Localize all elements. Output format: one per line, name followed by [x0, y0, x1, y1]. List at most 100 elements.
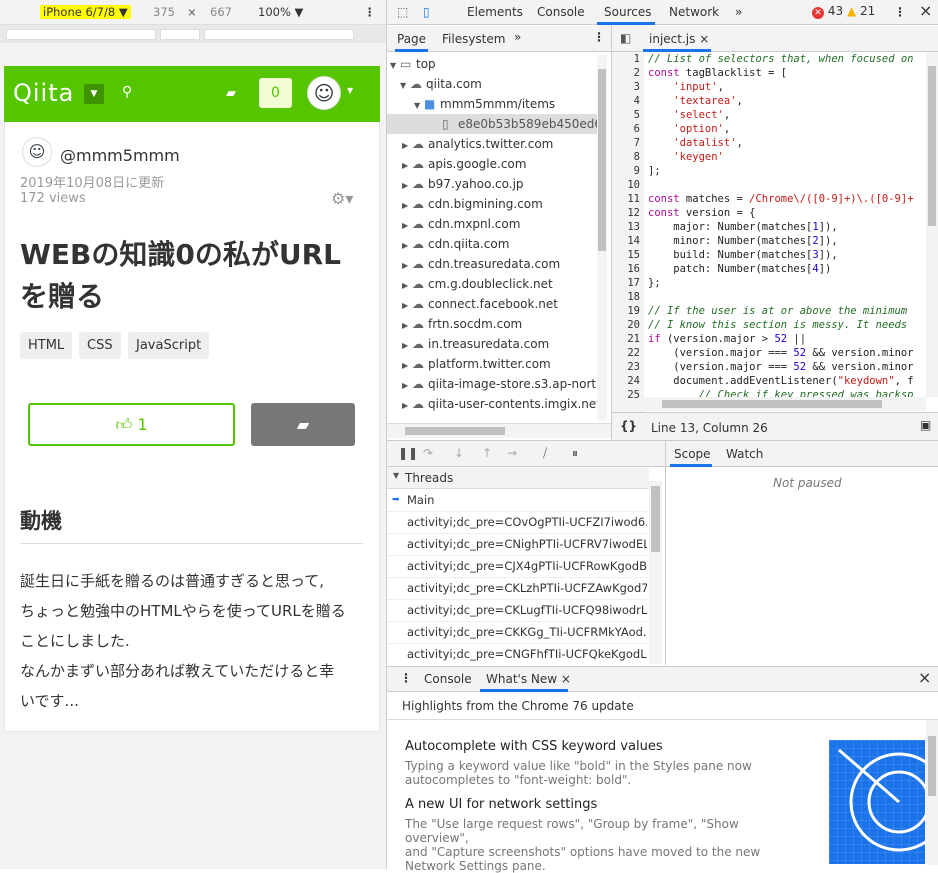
- inspect-icon[interactable]: ⬚: [397, 5, 408, 19]
- code-line[interactable]: // I know this section is messy. It need…: [648, 318, 926, 332]
- thread-item[interactable]: activityi;dc_pre=CKLugfTIi-UCFQ98iwodrL.…: [407, 599, 647, 621]
- tree-item-folder[interactable]: ▼ ■ mmm5mmm/items: [390, 94, 598, 114]
- line-number[interactable]: 19: [612, 304, 640, 318]
- line-number[interactable]: 1: [612, 52, 640, 66]
- device-select[interactable]: iPhone 6/7/8 ▼: [40, 5, 131, 19]
- drawer-tab-console[interactable]: Console: [424, 672, 472, 686]
- tree-item-host[interactable]: ▶ ☁ frtn.socdm.com: [390, 314, 598, 334]
- tree-item-host[interactable]: ▶ ☁ cdn.bigmining.com: [390, 194, 598, 214]
- code-line[interactable]: build: Number(matches[3]),: [648, 248, 926, 262]
- close-icon[interactable]: ×: [918, 668, 931, 687]
- tree-item-host[interactable]: ▶ ☁ connect.facebook.net: [390, 294, 598, 314]
- step-out-icon[interactable]: ↑: [482, 446, 492, 460]
- tree-item-host[interactable]: ▶ ☁ qiita-user-contents.imgix.net: [390, 394, 598, 414]
- qiita-logo[interactable]: Qiita: [13, 79, 74, 107]
- tree-item-file[interactable]: ▯ e8e0b53b589eb450ed6c: [390, 114, 598, 134]
- toggle-navigator-icon[interactable]: ◧: [620, 31, 631, 45]
- gear-icon[interactable]: ⚙▾: [331, 189, 353, 208]
- tree-item-host[interactable]: ▶ ☁ apis.google.com: [390, 154, 598, 174]
- drawer-scrollbar[interactable]: [926, 720, 938, 865]
- close-icon[interactable]: ×: [919, 1, 932, 20]
- line-number[interactable]: 9: [612, 164, 640, 178]
- editor-scrollbar[interactable]: [926, 52, 938, 397]
- line-number[interactable]: 11: [612, 192, 640, 206]
- line-number[interactable]: 15: [612, 248, 640, 262]
- line-number[interactable]: 13: [612, 220, 640, 234]
- tab-sources[interactable]: Sources: [604, 5, 651, 19]
- thread-item[interactable]: activityi;dc_pre=CNighPTIi-UCFRV7iwodEL.…: [407, 533, 647, 555]
- line-number[interactable]: 23: [612, 360, 640, 374]
- tag-html[interactable]: HTML: [20, 332, 73, 359]
- code-line[interactable]: 'select',: [648, 108, 926, 122]
- tab-watch[interactable]: Watch: [726, 447, 763, 461]
- issue-counts[interactable]: ✕ 43 ▲ 21: [812, 4, 875, 19]
- line-number[interactable]: 17: [612, 276, 640, 290]
- thread-item[interactable]: activityi;dc_pre=CKLzhPTIi-UCFZAwKgod7..…: [407, 577, 647, 599]
- editor-hscrollbar[interactable]: [644, 397, 926, 411]
- code-line[interactable]: const matches = /Chrome\/([0-9]+)\.([0-9…: [648, 192, 926, 206]
- tree-item-host[interactable]: ▶ ☁ b97.yahoo.co.jp: [390, 174, 598, 194]
- code-line[interactable]: // List of selectors that, when focused …: [648, 52, 926, 66]
- tab-filesystem[interactable]: Filesystem: [442, 32, 505, 46]
- line-number[interactable]: 18: [612, 290, 640, 304]
- code-line[interactable]: 'input',: [648, 80, 926, 94]
- line-number[interactable]: 4: [612, 94, 640, 108]
- editor-tab-inject[interactable]: inject.js ×: [649, 32, 709, 46]
- author-avatar[interactable]: ☺: [22, 137, 52, 167]
- code-line[interactable]: 'option',: [648, 122, 926, 136]
- line-number[interactable]: 6: [612, 122, 640, 136]
- pretty-print-icon[interactable]: {}: [620, 419, 637, 433]
- whats-new-title[interactable]: A new UI for network settings: [405, 797, 597, 812]
- tag-javascript[interactable]: JavaScript: [128, 332, 210, 359]
- viewport-height[interactable]: 667: [210, 5, 232, 19]
- pane-divider[interactable]: [665, 441, 666, 665]
- line-number[interactable]: 8: [612, 150, 640, 164]
- stock-count-badge[interactable]: 0: [259, 78, 292, 108]
- tree-item-host[interactable]: ▶ ☁ in.treasuredata.com: [390, 334, 598, 354]
- more-tabs-icon[interactable]: »: [735, 5, 742, 19]
- step-icon[interactable]: →: [507, 446, 517, 460]
- tag-css[interactable]: CSS: [79, 332, 121, 359]
- step-into-icon[interactable]: ↓: [454, 446, 464, 460]
- tree-item-host[interactable]: ▶ ☁ analytics.twitter.com: [390, 134, 598, 154]
- code-line[interactable]: 'textarea',: [648, 94, 926, 108]
- thread-main[interactable]: Main: [407, 489, 647, 511]
- threads-scrollbar[interactable]: [649, 481, 662, 664]
- author-username[interactable]: @mmm5mmm: [60, 146, 180, 165]
- like-button[interactable]: 👍︎ 1: [28, 403, 235, 446]
- pause-icon[interactable]: ❚❚: [398, 446, 418, 460]
- code-line[interactable]: patch: Number(matches[4]): [648, 262, 926, 276]
- line-number[interactable]: 22: [612, 346, 640, 360]
- chevron-down-icon[interactable]: ▼: [84, 84, 104, 104]
- code-line[interactable]: minor: Number(matches[2]),: [648, 234, 926, 248]
- folder-icon[interactable]: ▰: [226, 86, 236, 101]
- code-line[interactable]: };: [648, 276, 926, 290]
- close-icon[interactable]: ×: [699, 32, 709, 46]
- line-number[interactable]: 12: [612, 206, 640, 220]
- code-line[interactable]: // If the user is at or above the minimu…: [648, 304, 926, 318]
- code-line[interactable]: (version.major === 52 && version.minor: [648, 360, 926, 374]
- code-line[interactable]: 'datalist',: [648, 136, 926, 150]
- navigator-scrollbar[interactable]: [597, 55, 607, 420]
- stock-button[interactable]: ▰: [251, 403, 355, 446]
- code-line[interactable]: const version = {: [648, 206, 926, 220]
- settings-more-icon[interactable]: ⋮: [894, 5, 906, 19]
- whats-new-title[interactable]: Autocomplete with CSS keyword values: [405, 739, 663, 754]
- line-number[interactable]: 20: [612, 318, 640, 332]
- code-line[interactable]: major: Number(matches[1]),: [648, 220, 926, 234]
- line-number[interactable]: 3: [612, 80, 640, 94]
- tree-item-top[interactable]: ▼ ▭ top: [390, 54, 598, 74]
- drawer-more-icon[interactable]: ⋮: [400, 671, 412, 685]
- line-number[interactable]: 2: [612, 66, 640, 80]
- viewport-width[interactable]: 375: [153, 5, 175, 19]
- code-line[interactable]: ];: [648, 164, 926, 178]
- line-number[interactable]: 10: [612, 178, 640, 192]
- toggle-debugger-icon[interactable]: ▣: [920, 418, 931, 432]
- tab-network[interactable]: Network: [669, 5, 719, 19]
- avatar[interactable]: ☺: [307, 76, 341, 110]
- code-line[interactable]: if (version.major > 52 ||: [648, 332, 926, 346]
- tree-item-host[interactable]: ▶ ☁ cdn.qiita.com: [390, 234, 598, 254]
- line-number[interactable]: 14: [612, 234, 640, 248]
- line-number[interactable]: 5: [612, 108, 640, 122]
- code-line[interactable]: (version.major === 52 && version.minor: [648, 346, 926, 360]
